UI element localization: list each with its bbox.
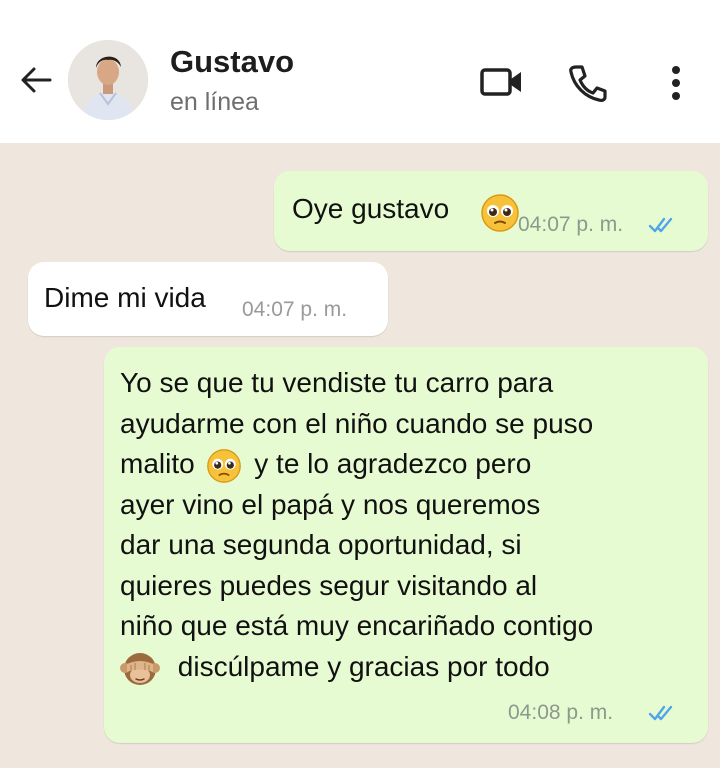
message-line: ayudarme con el niño cuando se puso [120, 407, 594, 439]
message-outgoing[interactable]: Oye gustavo 04:07 p. m. [274, 171, 708, 251]
pleading-face-emoji [481, 194, 519, 232]
see-no-evil-monkey-emoji [120, 653, 160, 686]
message-text: Dime mi vida [44, 282, 206, 313]
arrow-left-icon[interactable] [16, 60, 56, 100]
message-outgoing[interactable]: Yo se que tu vendiste tu carro para ayud… [104, 347, 708, 743]
pleading-face-emoji [207, 448, 242, 483]
message-time: 04:07 p. m. [518, 213, 624, 236]
message-incoming[interactable]: Dime mi vida 04:07 p. m. [28, 262, 388, 336]
more-vertical-icon[interactable] [664, 62, 688, 106]
contact-status: en línea [170, 88, 259, 116]
double-check-icon [648, 217, 673, 233]
contact-name[interactable]: Gustavo [170, 44, 294, 80]
phone-icon[interactable] [566, 62, 608, 104]
double-check-icon [648, 705, 673, 721]
message-line: ayer vino el papá y nos queremos [120, 488, 541, 520]
message-line: quieres puedes segur visitando al [120, 569, 538, 601]
message-line: discúlpame y gracias por todo [120, 647, 700, 689]
message-text: Oye gustavo [292, 193, 450, 224]
message-time: 04:07 p. m. [242, 298, 348, 321]
message-line: dar una segunda oportunidad, si [120, 529, 522, 560]
message-line: Yo se que tu vendiste tu carro para [120, 367, 554, 398]
message-line-part: discúlpame y gracias por todo [177, 650, 550, 682]
message-line-part: malito [120, 448, 195, 479]
chat-header: Gustavo en línea [0, 0, 720, 143]
message-line: malito y te lo agradezco pero [120, 444, 700, 485]
video-call-icon[interactable] [478, 62, 526, 102]
contact-photo [68, 40, 148, 120]
message-time: 04:08 p. m. [508, 701, 614, 724]
chat-area[interactable]: Oye gustavo 04:07 p. m. Dime mi vida 04:… [0, 143, 720, 768]
message-body: Yo se que tu vendiste tu carro para ayud… [120, 363, 700, 688]
message-line-part: y te lo agradezco pero [254, 448, 532, 479]
message-line: niño que está muy encariñado contigo [120, 610, 594, 641]
avatar[interactable] [68, 40, 148, 120]
